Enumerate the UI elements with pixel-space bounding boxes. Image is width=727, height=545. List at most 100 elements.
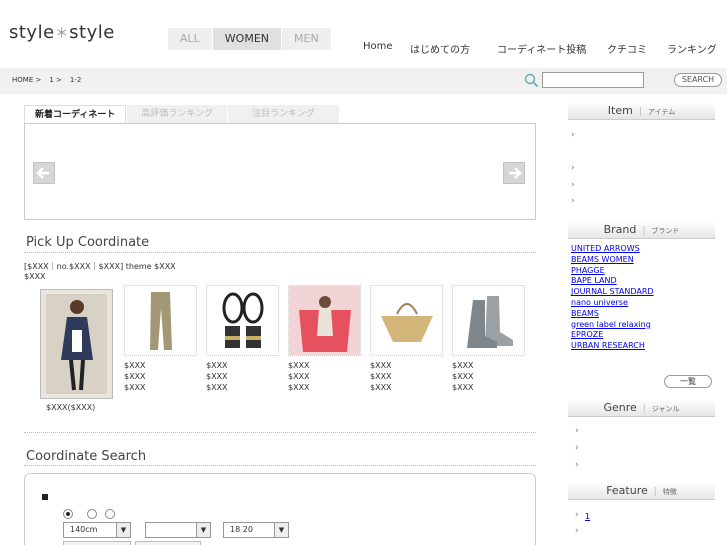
gender-tabs: ALL WOMEN MEN <box>168 28 332 50</box>
sidebar-genre-title: Genre <box>603 401 637 414</box>
height-select[interactable]: 140cm ▼ <box>63 522 131 538</box>
sidebar-brand-subtitle: ブランド <box>651 227 680 235</box>
brand-link[interactable]: BAPE LAND <box>571 276 654 287</box>
chevron-right-icon[interactable]: › <box>571 196 575 206</box>
secondary-select[interactable] <box>135 541 201 545</box>
tab-all[interactable]: ALL <box>168 28 212 50</box>
chevron-down-icon: ▼ <box>116 523 130 537</box>
logo-star-icon: ＊ <box>54 26 70 42</box>
chevron-right-icon[interactable]: › <box>575 426 579 436</box>
chevron-right-icon[interactable]: › <box>571 180 575 190</box>
chevron-right-icon[interactable]: › <box>575 460 579 470</box>
brand-link[interactable]: JOURNAL STANDARD <box>571 287 654 298</box>
brand-link[interactable]: BEAMS <box>571 309 654 320</box>
nav-coordinate-post[interactable]: コーディネート投稿 <box>497 41 607 56</box>
item-price-1: $XXX $XXX $XXX <box>124 360 146 393</box>
genre-link[interactable] <box>585 445 595 454</box>
chevron-right-icon[interactable]: › <box>575 526 579 536</box>
item-price-3: $XXX $XXX $XXX <box>288 360 310 393</box>
nav-first-time[interactable]: はじめての方 <box>410 41 497 56</box>
genre-link[interactable] <box>585 428 601 437</box>
coordinate-price: $XXX($XXX) <box>46 403 96 412</box>
price-line: $XXX <box>452 361 474 370</box>
arrow-left-icon[interactable] <box>33 162 55 184</box>
brand-list: UNITED ARROWS BEAMS WOMEN PHAGGE BAPE LA… <box>571 244 654 352</box>
breadcrumb-bar: HOME > 1 > 1-2 SEARCH <box>0 68 727 94</box>
price-line: $XXX <box>370 361 392 370</box>
item-thumb-pants[interactable] <box>124 285 197 356</box>
feature-link[interactable] <box>585 528 603 537</box>
search-input[interactable] <box>542 72 644 88</box>
brand-link[interactable]: UNITED ARROWS <box>571 244 654 255</box>
arrow-right-icon[interactable] <box>503 162 525 184</box>
sidebar-genre-subtitle: ジャンル <box>651 405 680 413</box>
breadcrumb: HOME > 1 > 1-2 <box>12 76 81 84</box>
chevron-right-icon[interactable]: › <box>575 443 579 453</box>
breadcrumb-level-1[interactable]: 1 > <box>49 76 62 84</box>
brand-link[interactable]: EPROZE <box>571 330 654 341</box>
brand-link[interactable]: URBAN RESEARCH <box>571 341 654 352</box>
pickup-meta: [$XXX｜no.$XXX｜$XXX] theme $XXX $XXX <box>24 262 176 282</box>
nav-reviews[interactable]: クチコミ <box>607 41 667 56</box>
price-line: $XXX <box>452 383 474 392</box>
breadcrumb-current: 1-2 <box>69 76 82 84</box>
separator: | <box>642 404 646 414</box>
site-logo[interactable]: style＊style <box>9 22 115 43</box>
coordinate-photo[interactable] <box>40 289 113 399</box>
price-line: $XXX <box>124 372 146 381</box>
feature-link[interactable]: 1 <box>585 512 590 521</box>
radio-option-2[interactable] <box>87 509 97 519</box>
price-line: $XXX <box>288 383 310 392</box>
item-thumb-sandals[interactable] <box>206 285 279 356</box>
tote-bag-image <box>289 286 360 355</box>
brand-link[interactable]: PHAGGE <box>571 266 654 277</box>
item-price-2: $XXX $XXX $XXX <box>206 360 228 393</box>
nav-home[interactable]: Home <box>363 41 410 56</box>
tab-high-rating-ranking[interactable]: 高評価ランキング <box>127 105 228 124</box>
section-divider <box>24 432 536 433</box>
separator: | <box>638 107 642 117</box>
sidebar-feature-header: Feature | 特徴 <box>568 482 715 500</box>
pickup-divider <box>24 252 536 253</box>
search-button[interactable]: SEARCH <box>674 73 722 87</box>
weight-select[interactable]: ▼ <box>145 522 211 538</box>
nav-ranking[interactable]: ランキング <box>667 41 717 56</box>
item-thumb-basket[interactable] <box>370 285 443 356</box>
search-icon[interactable] <box>524 73 539 88</box>
price-line: $XXX <box>452 372 474 381</box>
brand-link[interactable]: BEAMS WOMEN <box>571 255 654 266</box>
tab-attention-ranking[interactable]: 注目ランキング <box>228 105 339 124</box>
tab-new-coordinates[interactable]: 新着コーディネート <box>24 105 127 124</box>
radio-option-1[interactable] <box>63 509 73 519</box>
pickup-meta-line2: $XXX <box>24 272 46 281</box>
sidebar-feature-title: Feature <box>606 484 648 497</box>
item-thumb-boots[interactable] <box>452 285 525 356</box>
sidebar-item-title: Item <box>607 104 633 117</box>
chevron-right-icon[interactable]: › <box>575 510 579 520</box>
chevron-right-icon[interactable]: › <box>571 163 575 173</box>
price-line: $XXX <box>206 361 228 370</box>
coordinate-slider <box>24 123 536 220</box>
radio-option-3[interactable] <box>105 509 115 519</box>
coordinate-tabs: 新着コーディネート 高評価ランキング 注目ランキング <box>24 105 536 124</box>
brand-list-more-button[interactable]: 一覧 <box>664 375 712 388</box>
brand-link[interactable]: nano universe <box>571 298 654 309</box>
tab-men[interactable]: MEN <box>282 28 331 50</box>
brand-link[interactable]: green label relaxing <box>571 320 654 331</box>
tab-women[interactable]: WOMEN <box>212 28 282 50</box>
price-line: $XXX <box>370 372 392 381</box>
breadcrumb-home[interactable]: HOME > <box>12 76 41 84</box>
age-select[interactable]: 18 20 ▼ <box>223 522 289 538</box>
age-select-value: 18 20 <box>230 525 253 534</box>
logo-text-right: style <box>69 22 115 43</box>
price-line: $XXX <box>288 361 310 370</box>
sidebar-brand-title: Brand <box>603 223 637 236</box>
separator: | <box>653 487 657 497</box>
secondary-select[interactable] <box>63 541 131 545</box>
chevron-right-icon[interactable]: › <box>571 130 575 140</box>
item-thumb-tote[interactable] <box>288 285 361 356</box>
chevron-down-icon: ▼ <box>196 523 210 537</box>
genre-link[interactable] <box>585 462 593 471</box>
item-price-4: $XXX $XXX $XXX <box>370 360 392 393</box>
logo-text-left: style <box>9 22 55 43</box>
